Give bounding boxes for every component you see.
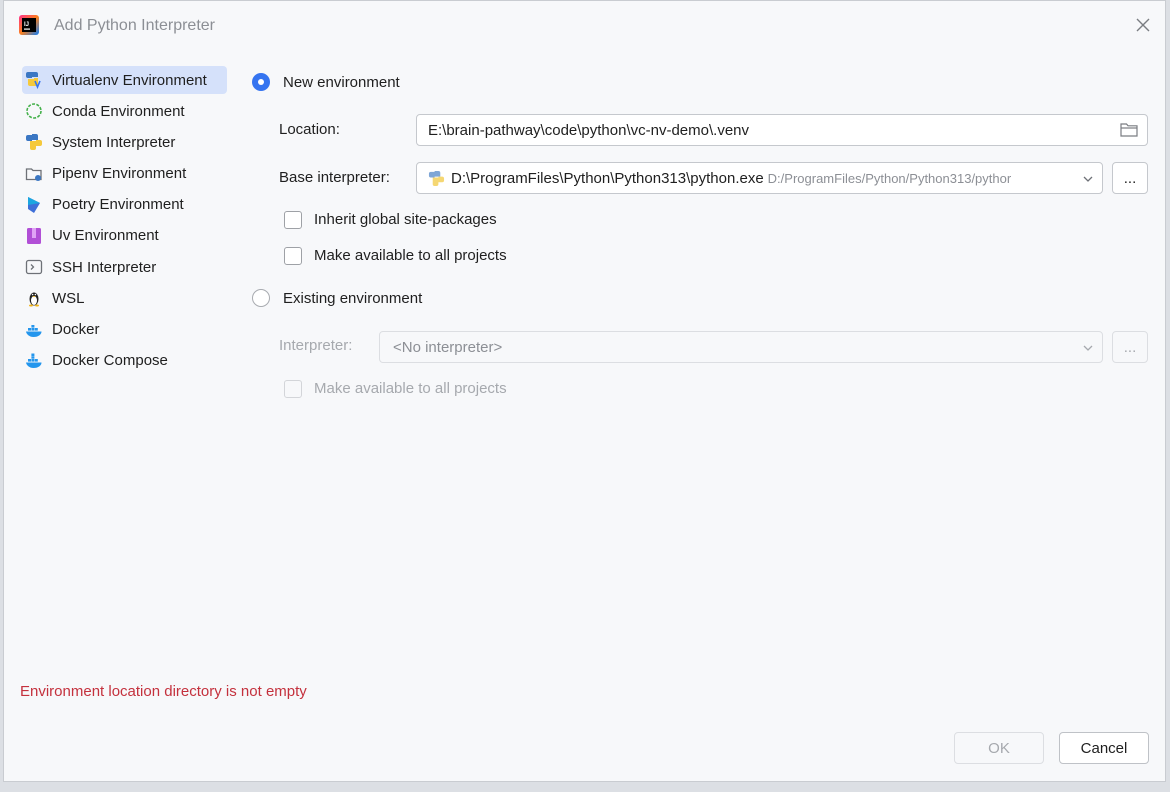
- sidebar-item-label: System Interpreter: [52, 133, 176, 151]
- close-icon[interactable]: [1133, 15, 1153, 35]
- sidebar-item-system-interpreter[interactable]: System Interpreter: [22, 128, 227, 156]
- virtualenv-icon: [25, 71, 43, 89]
- sidebar-item-wsl[interactable]: WSL: [22, 284, 227, 312]
- sidebar-item-label: Conda Environment: [52, 102, 185, 120]
- sidebar-item-conda[interactable]: Conda Environment: [22, 97, 227, 125]
- sidebar-item-label: Virtualenv Environment: [52, 71, 207, 89]
- existing-interpreter-select[interactable]: <No interpreter>: [379, 331, 1103, 363]
- add-python-interpreter-dialog: IJ Add Python Interpreter Virtualenv Env…: [3, 0, 1166, 782]
- base-interpreter-select[interactable]: D:\ProgramFiles\Python\Python313\python.…: [416, 162, 1103, 194]
- base-interpreter-label: Base interpreter:: [279, 169, 390, 186]
- sidebar-item-docker[interactable]: Docker: [22, 316, 227, 344]
- existing-make-available-checkbox[interactable]: [284, 380, 302, 398]
- sidebar-item-label: Docker Compose: [52, 352, 168, 370]
- new-environment-radio[interactable]: [252, 73, 270, 91]
- interpreter-label: Interpreter:: [279, 337, 353, 354]
- make-available-checkbox[interactable]: [284, 247, 302, 265]
- chevron-down-icon: [1083, 345, 1093, 351]
- existing-make-available-label: Make available to all projects: [314, 380, 507, 397]
- sidebar-item-docker-compose[interactable]: Docker Compose: [22, 347, 227, 375]
- sidebar-item-label: Poetry Environment: [52, 196, 184, 214]
- inherit-site-packages-checkbox[interactable]: [284, 211, 302, 229]
- sidebar-item-label: WSL: [52, 289, 85, 307]
- new-environment-label: New environment: [283, 74, 400, 91]
- sidebar-item-ssh[interactable]: SSH Interpreter: [22, 253, 227, 281]
- sidebar-item-poetry[interactable]: Poetry Environment: [22, 191, 227, 219]
- dialog-title: Add Python Interpreter: [54, 17, 215, 34]
- linux-penguin-icon: [25, 289, 43, 307]
- base-interpreter-value: D:\ProgramFiles\Python\Python313\python.…: [451, 169, 764, 187]
- cancel-button[interactable]: Cancel: [1059, 732, 1149, 764]
- base-interpreter-browse-button[interactable]: ...: [1112, 162, 1148, 194]
- python-icon: [25, 133, 43, 151]
- sidebar-item-uv[interactable]: Uv Environment: [22, 222, 227, 250]
- python-icon: [428, 170, 445, 186]
- chevron-down-icon: [1083, 176, 1093, 182]
- existing-interpreter-browse-button[interactable]: ...: [1112, 331, 1148, 363]
- location-label: Location:: [279, 121, 340, 138]
- sidebar-item-label: Pipenv Environment: [52, 165, 187, 183]
- base-interpreter-path-hint: D:/ProgramFiles/Python/Python313/pythor: [767, 170, 1012, 186]
- make-available-label: Make available to all projects: [314, 247, 507, 264]
- ssh-icon: [25, 258, 43, 276]
- title-bar: IJ Add Python Interpreter: [4, 1, 1165, 51]
- error-message: Environment location directory is not em…: [20, 683, 307, 700]
- pipenv-icon: [25, 165, 43, 183]
- sidebar-item-virtualenv[interactable]: Virtualenv Environment: [22, 66, 227, 94]
- conda-icon: [25, 102, 43, 120]
- interpreter-type-list: Virtualenv Environment Conda Environment…: [22, 66, 227, 378]
- existing-environment-radio[interactable]: [252, 289, 270, 307]
- uv-icon: [25, 227, 43, 245]
- poetry-icon: [25, 196, 43, 214]
- location-value: E:\brain-pathway\code\python\vc-nv-demo\…: [428, 121, 749, 139]
- sidebar-item-pipenv[interactable]: Pipenv Environment: [22, 160, 227, 188]
- sidebar-item-label: Docker: [52, 321, 100, 338]
- sidebar-item-label: Uv Environment: [52, 227, 159, 245]
- folder-browse-icon[interactable]: [1120, 122, 1138, 138]
- docker-compose-icon: [25, 352, 43, 370]
- ok-button[interactable]: OK: [954, 732, 1044, 764]
- intellij-app-icon: IJ: [19, 15, 39, 35]
- inherit-site-packages-label: Inherit global site-packages: [314, 211, 497, 228]
- svg-text:IJ: IJ: [24, 22, 29, 28]
- docker-icon: [25, 321, 43, 339]
- sidebar-item-label: SSH Interpreter: [52, 258, 157, 276]
- existing-environment-label: Existing environment: [283, 290, 423, 307]
- existing-interpreter-value: <No interpreter>: [393, 338, 503, 356]
- location-field[interactable]: E:\brain-pathway\code\python\vc-nv-demo\…: [416, 114, 1148, 146]
